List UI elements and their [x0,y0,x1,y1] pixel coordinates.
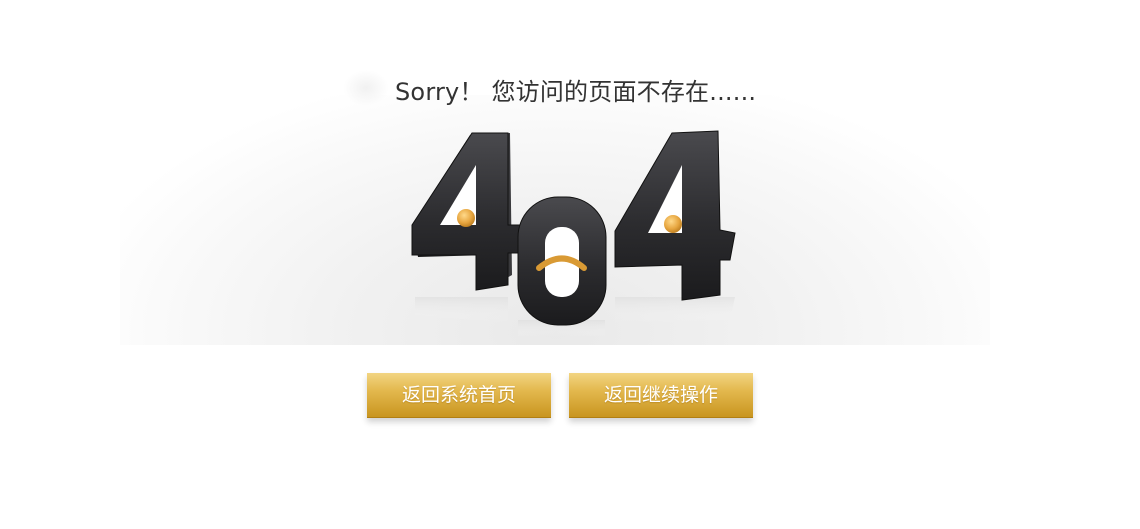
decorative-glow [343,70,389,106]
404-illustration [411,130,736,337]
digit-zero [517,196,607,326]
return-home-button[interactable]: 返回系统首页 [367,373,551,418]
error-message: Sorry！ 您访问的页面不存在...... [395,78,757,106]
return-back-button[interactable]: 返回继续操作 [569,373,753,418]
error-page: Sorry！ 您访问的页面不存在...... 返回系统首页 返回继续操作 [0,0,1140,529]
digit-four-left [411,132,523,291]
digit-four-right [614,130,736,301]
